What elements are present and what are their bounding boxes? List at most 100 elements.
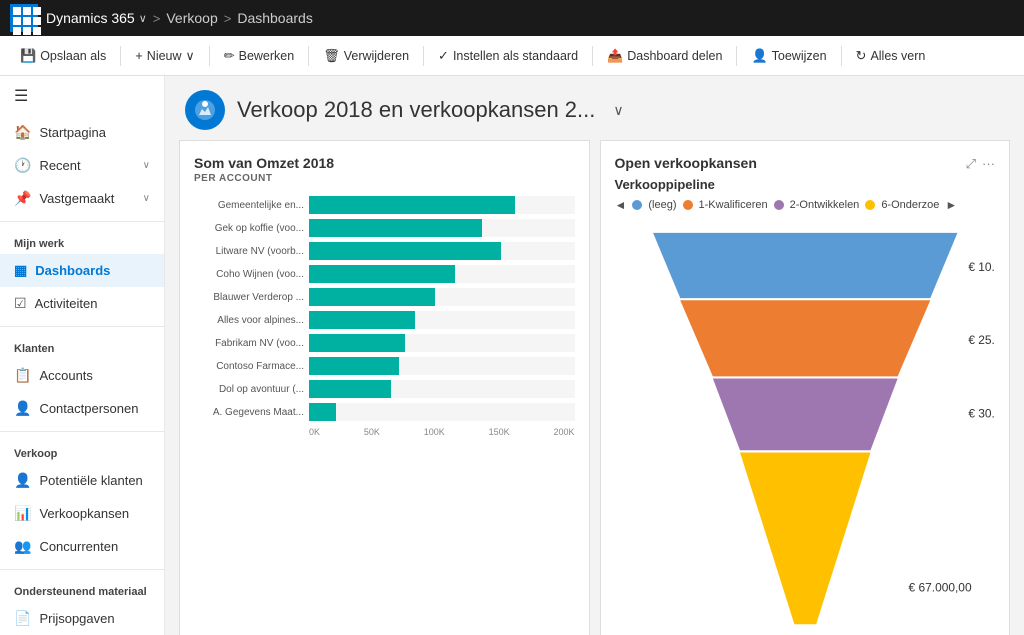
- verwijderen-button[interactable]: 🗑 Verwijderen: [315, 43, 417, 69]
- alles-label: Alles vern: [870, 49, 925, 63]
- bar-fill: [309, 219, 482, 237]
- opslaan-label: Opslaan als: [40, 49, 106, 63]
- concurrenten-label: Concurrenten: [39, 539, 118, 554]
- svg-text:€ 67.000,00: € 67.000,00: [908, 581, 971, 595]
- toolbar-sep6: [736, 46, 737, 66]
- bar-label: Dol op avontuur (...: [194, 384, 304, 395]
- sidebar-item-activiteiten[interactable]: ☑ Activiteiten: [0, 287, 164, 320]
- topbar-separator2: >: [224, 11, 232, 26]
- prijsopgaven-label: Prijsopgaven: [39, 611, 114, 626]
- verwijderen-label: Verwijderen: [344, 49, 409, 63]
- toewijzen-button[interactable]: 👤 Toewijzen: [743, 43, 834, 69]
- bar-label: Contoso Farmace...: [194, 361, 304, 372]
- funnel-svg: € 10.000,00 € 25.000,00 € 30.000,00 € 67…: [615, 222, 996, 635]
- bar-fill: [309, 403, 336, 421]
- bar-fill: [309, 311, 415, 329]
- sidebar-toggle[interactable]: ☰: [0, 76, 164, 116]
- bar-label: Alles voor alpines...: [194, 315, 304, 326]
- toolbar: 💾 Opslaan als + Nieuw ∨ ✏ Bewerken 🗑 Ver…: [0, 36, 1024, 76]
- vastgemaakt-label: Vastgemaakt: [39, 191, 114, 206]
- topbar-section: Verkoop: [166, 10, 217, 26]
- page-icon: [185, 90, 225, 130]
- section-mijn-werk: Mijn werk: [0, 228, 164, 254]
- legend-label-ontwikkelen: 2-Ontwikkelen: [790, 199, 860, 211]
- top-bar: Dynamics 365 ∨ > Verkoop > Dashboards: [0, 0, 1024, 36]
- bar-row: Contoso Farmace...: [194, 357, 575, 375]
- bar-chart-axes: 0K50K100K150K200K: [309, 427, 575, 437]
- sidebar-item-prijsopgaven[interactable]: 📄 Prijsopgaven: [0, 602, 164, 635]
- recent-icon: 🕐: [14, 157, 31, 174]
- sidebar-divider1: [0, 221, 164, 222]
- sidebar-item-contactpersonen[interactable]: 👤 Contactpersonen: [0, 392, 164, 425]
- bar-label: Gemeentelijke en...: [194, 200, 304, 211]
- axis-label: 100K: [424, 427, 445, 437]
- funnel-chart-title: Open verkoopkansen: [615, 155, 757, 171]
- delete-icon: 🗑: [323, 48, 340, 64]
- sidebar-item-accounts[interactable]: 📋 Accounts: [0, 359, 164, 392]
- legend-dot-kwalificeren: [683, 200, 693, 210]
- share-icon: 📤: [607, 48, 623, 64]
- sidebar-item-verkoopkansen[interactable]: 📊 Verkoopkansen: [0, 497, 164, 530]
- concurrenten-icon: 👥: [14, 538, 31, 555]
- bewerken-button[interactable]: ✏ Bewerken: [216, 43, 303, 69]
- axis-label: 0K: [309, 427, 320, 437]
- bar-label: Gek op koffie (voo...: [194, 223, 304, 234]
- bar-label: Litware NV (voorb...: [194, 246, 304, 257]
- funnel-legend: ◄ (leeg) 1-Kwalificeren 2-Ontwikkelen 6-…: [615, 198, 996, 212]
- bar-fill: [309, 380, 391, 398]
- funnel-subtitle: Verkooppipeline: [615, 177, 996, 192]
- more-icon[interactable]: ···: [982, 156, 995, 172]
- alles-button[interactable]: ↻ Alles vern: [848, 43, 934, 69]
- bar-chart: Gemeentelijke en... Gek op koffie (voo...…: [194, 196, 575, 421]
- legend-dot-ontwikkelen: [774, 200, 784, 210]
- pin-icon: 📌: [14, 190, 31, 207]
- axis-label: 150K: [489, 427, 510, 437]
- activiteiten-icon: ☑: [14, 295, 27, 312]
- nieuw-chevron: ∨: [186, 48, 195, 63]
- contactpersonen-label: Contactpersonen: [39, 401, 138, 416]
- legend-dot-onderzoeken: [865, 200, 875, 210]
- bar-track: [309, 242, 575, 260]
- topbar-chevron: ∨: [139, 12, 147, 25]
- sidebar-divider3: [0, 431, 164, 432]
- sidebar-divider4: [0, 569, 164, 570]
- main-layout: ☰ 🏠 Startpagina 🕐 Recent ∨ 📌 Vastgemaakt…: [0, 76, 1024, 635]
- vastgemaakt-chevron: ∨: [143, 193, 150, 204]
- bar-track: [309, 357, 575, 375]
- legend-label-onderzoeken: 6-Onderzoe: [881, 199, 939, 211]
- toolbar-sep4: [423, 46, 424, 66]
- funnel-chart-card: Open verkoopkansen ⤢ ··· Verkooppipeline…: [600, 140, 1011, 635]
- section-verkoop: Verkoop: [0, 438, 164, 464]
- legend-label-kwalificeren: 1-Kwalificeren: [699, 199, 768, 211]
- bar-row: Blauwer Verderop ...: [194, 288, 575, 306]
- opslaan-button[interactable]: 💾 Opslaan als: [12, 43, 114, 69]
- delen-label: Dashboard delen: [627, 49, 722, 63]
- legend-prev[interactable]: ◄: [615, 198, 627, 212]
- bar-chart-subtitle: PER ACCOUNT: [194, 173, 575, 184]
- page-title-chevron[interactable]: ∨: [613, 102, 623, 119]
- delen-button[interactable]: 📤 Dashboard delen: [599, 43, 730, 69]
- sidebar-item-recent[interactable]: 🕐 Recent ∨: [0, 149, 164, 182]
- startpagina-label: Startpagina: [39, 125, 106, 140]
- sidebar-item-concurrenten[interactable]: 👥 Concurrenten: [0, 530, 164, 563]
- instellen-button[interactable]: ✓ Instellen als standaard: [430, 43, 586, 69]
- verkoopkansen-icon: 📊: [14, 505, 31, 522]
- sidebar-item-startpagina[interactable]: 🏠 Startpagina: [0, 116, 164, 149]
- nieuw-label: Nieuw: [147, 49, 182, 63]
- bar-label: Fabrikam NV (voo...: [194, 338, 304, 349]
- bar-row: Gemeentelijke en...: [194, 196, 575, 214]
- expand-icon[interactable]: ⤢: [966, 156, 976, 172]
- legend-next[interactable]: ►: [945, 198, 957, 212]
- waffle-icon[interactable]: [10, 4, 38, 32]
- dashboard-icon: ▦: [14, 262, 27, 279]
- plus-icon: +: [135, 48, 143, 63]
- app-name: Dynamics 365: [46, 10, 135, 26]
- section-klanten: Klanten: [0, 333, 164, 359]
- sidebar-item-vastgemaakt[interactable]: 📌 Vastgemaakt ∨: [0, 182, 164, 215]
- sidebar-item-potentiele[interactable]: 👤 Potentiële klanten: [0, 464, 164, 497]
- sidebar-item-dashboards[interactable]: ▦ Dashboards: [0, 254, 164, 287]
- bar-track: [309, 265, 575, 283]
- home-icon: 🏠: [14, 124, 31, 141]
- nieuw-button[interactable]: + Nieuw ∨: [127, 43, 203, 68]
- funnel-card-header: Open verkoopkansen ⤢ ···: [615, 155, 996, 173]
